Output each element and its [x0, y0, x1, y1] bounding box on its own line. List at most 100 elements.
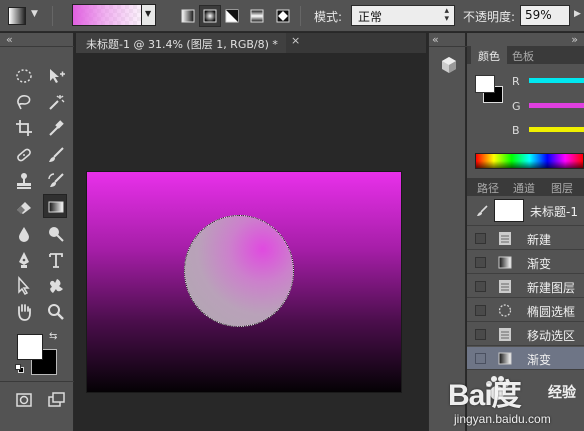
options-bar: ▼ ▼ 模式: 正常 ▴ ▾ 不透明度: 59% ▶: [0, 0, 584, 32]
history-item-label: 新建图层: [527, 281, 576, 295]
hand-tool-icon: [18, 304, 31, 321]
tool-preset-picker[interactable]: ▼: [6, 5, 44, 27]
healing-brush-tool-icon: [17, 148, 31, 162]
pen-tool-button[interactable]: [11, 247, 35, 271]
blend-mode-select[interactable]: 正常 ▴ ▾: [351, 5, 455, 26]
diamond-gradient-button[interactable]: [272, 5, 294, 27]
baidu-logo-text: Bai度: [448, 379, 522, 412]
chevron-right-icon[interactable]: ▶: [574, 9, 581, 19]
history-item[interactable]: 新建图层: [467, 275, 584, 298]
history-panel-tabs: 路径 通道 图层: [467, 178, 584, 196]
opacity-input[interactable]: 59%: [520, 5, 570, 26]
ellipse-marquee-icon: [498, 304, 512, 317]
gradient-picker[interactable]: ▼: [72, 4, 156, 26]
lasso-tool-icon: [17, 95, 31, 110]
collapse-dock-icon[interactable]: «: [432, 33, 439, 46]
screen-mode-icon: [48, 392, 65, 407]
eyedropper-tool-button[interactable]: [43, 115, 67, 139]
crop-tool-icon: [16, 120, 32, 136]
tab-swatches[interactable]: 色板: [507, 46, 539, 64]
history-item[interactable]: 渐变: [467, 251, 584, 274]
collapse-panels-icon[interactable]: »: [571, 33, 578, 46]
crop-tool-button[interactable]: [11, 115, 35, 139]
history-checkbox[interactable]: [475, 281, 486, 292]
clone-stamp-tool-button[interactable]: [11, 168, 35, 192]
history-item[interactable]: 移动选区: [467, 323, 584, 346]
blue-slider[interactable]: [529, 127, 584, 132]
history-item[interactable]: 椭圆选框: [467, 299, 584, 322]
dodge-tool-button[interactable]: [43, 221, 67, 245]
baidu-url: jingyan.baidu.com: [454, 412, 551, 426]
gradient-preview: [73, 5, 141, 25]
opacity-label: 不透明度:: [463, 10, 516, 24]
screen-mode-button[interactable]: [43, 387, 67, 411]
history-checkbox[interactable]: [475, 305, 486, 316]
history-checkbox[interactable]: [475, 233, 486, 244]
divider: [0, 381, 74, 382]
tab-paths-label: 路径: [477, 182, 499, 195]
foreground-color-swatch[interactable]: [17, 334, 43, 360]
healing-brush-tool-button[interactable]: [11, 142, 35, 166]
red-slider[interactable]: [529, 78, 584, 83]
angle-gradient-button[interactable]: [221, 5, 243, 27]
tab-paths[interactable]: 路径: [471, 178, 505, 196]
blur-tool-button[interactable]: [11, 221, 35, 245]
swap-colors-icon[interactable]: ⇆: [49, 331, 57, 342]
history-checkbox[interactable]: [475, 353, 486, 364]
collapse-toolbox-icon[interactable]: «: [6, 33, 13, 46]
path-selection-tool-button[interactable]: [11, 273, 35, 297]
quick-mask-button[interactable]: [11, 387, 35, 411]
document-icon: [499, 232, 511, 245]
close-tab-icon[interactable]: ×: [291, 34, 300, 47]
brush-tool-button[interactable]: [43, 142, 67, 166]
quick-mask-icon: [16, 393, 32, 407]
linear-gradient-icon: [181, 9, 195, 23]
cube-icon: [442, 57, 456, 73]
gradient-tool-button[interactable]: [43, 194, 67, 218]
linear-gradient-button[interactable]: [177, 5, 199, 27]
snapshot-row[interactable]: 未标题-1: [467, 196, 584, 226]
radial-gradient-button[interactable]: [199, 5, 221, 27]
eraser-tool-button[interactable]: [11, 194, 35, 218]
canvas[interactable]: [87, 172, 401, 392]
hand-tool-button[interactable]: [11, 299, 35, 323]
chevron-down-icon: ▼: [145, 9, 152, 18]
tab-channels[interactable]: 通道: [505, 178, 543, 196]
gradient-icon: [498, 352, 512, 365]
history-brush-tool-button[interactable]: [43, 168, 67, 192]
history-item[interactable]: 新建: [467, 227, 584, 250]
history-brush-icon: [477, 205, 488, 216]
tab-color[interactable]: 颜色: [471, 46, 507, 64]
eyedropper-tool-icon: [49, 120, 64, 136]
ellipse-selection[interactable]: [184, 215, 294, 327]
blue-label: B: [512, 124, 520, 137]
type-tool-button[interactable]: [43, 247, 67, 271]
history-checkbox[interactable]: [475, 257, 486, 268]
tab-layers[interactable]: 图层: [543, 178, 581, 196]
history-item-selected[interactable]: 渐变: [467, 347, 584, 370]
zoom-tool-button[interactable]: [43, 299, 67, 323]
clone-stamp-tool-icon: [17, 173, 31, 189]
custom-shape-tool-button[interactable]: [43, 273, 67, 297]
reflected-gradient-button[interactable]: [246, 5, 268, 27]
green-slider[interactable]: [529, 103, 584, 108]
gradient-tool-icon: [48, 201, 64, 213]
move-tool-button[interactable]: [43, 63, 67, 87]
magic-wand-tool-button[interactable]: [43, 89, 67, 113]
gradient-dropdown-button[interactable]: ▼: [141, 5, 155, 25]
history-item-label: 渐变: [527, 353, 552, 367]
history-checkbox[interactable]: [475, 329, 486, 340]
brush-tool-icon: [49, 147, 64, 162]
color-spectrum[interactable]: [475, 153, 584, 169]
blur-tool-icon: [19, 227, 29, 242]
updown-arrows-icon: ▴ ▾: [444, 6, 449, 24]
snapshot-thumbnail: [494, 199, 524, 222]
marquee-tool-button[interactable]: [11, 63, 35, 87]
lasso-tool-button[interactable]: [11, 89, 35, 113]
toolbox: « ⇆: [0, 33, 74, 431]
default-colors-icon[interactable]: [15, 364, 25, 374]
document-tab[interactable]: 未标题-1 @ 31.4% (图层 1, RGB/8) *: [76, 33, 286, 53]
3d-panel-button[interactable]: [439, 55, 459, 75]
pen-tool-icon: [19, 252, 29, 268]
fg-color-box[interactable]: [475, 75, 495, 93]
